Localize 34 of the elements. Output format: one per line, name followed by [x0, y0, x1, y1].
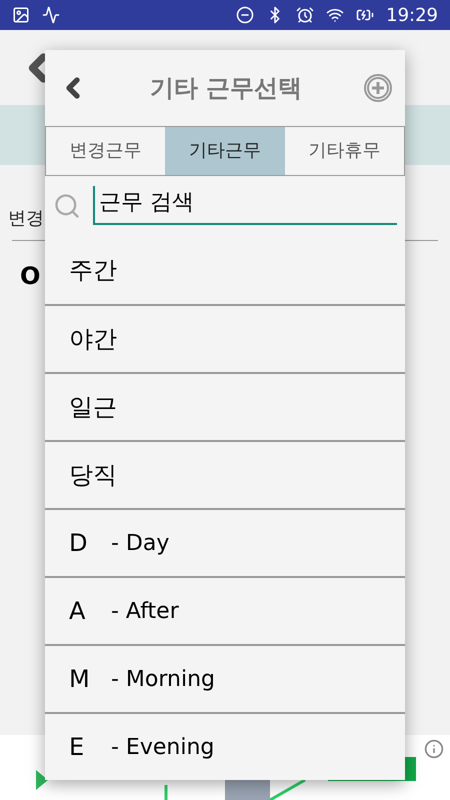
list-item[interactable]: D - Day — [45, 508, 405, 576]
shift-name: - Evening — [111, 734, 214, 762]
status-time: 19:29 — [386, 4, 438, 28]
shift-name: - Day — [111, 530, 170, 558]
info-icon[interactable] — [424, 739, 444, 759]
list-item[interactable]: A - After — [45, 576, 405, 644]
list-item[interactable]: M - Morning — [45, 644, 405, 712]
list-item[interactable]: 주간 — [45, 236, 405, 304]
list-item[interactable]: 당직 — [45, 440, 405, 508]
shift-name: 야간 — [69, 324, 117, 355]
shift-name: 주간 — [69, 255, 117, 286]
shift-code: A — [69, 596, 86, 627]
list-item[interactable]: 일근 — [45, 372, 405, 440]
shift-name: - Morning — [111, 666, 215, 694]
shift-code: D — [69, 528, 88, 559]
add-icon[interactable] — [362, 72, 393, 103]
search-field[interactable]: 근무 검색 — [93, 186, 397, 226]
dialog-title: 기타 근무선택 — [150, 72, 302, 104]
alarm-icon — [296, 6, 314, 24]
list-item[interactable]: 야간 — [45, 304, 405, 372]
tab[interactable]: 기타근무 — [165, 126, 285, 175]
wifi-icon — [326, 6, 344, 24]
list-item[interactable]: E - Evening — [45, 712, 405, 780]
shift-name: 일근 — [69, 392, 117, 423]
section-label: 변경 — [8, 208, 44, 229]
search-icon — [53, 192, 81, 220]
row-text: O — [20, 260, 40, 292]
notification-icon — [12, 6, 30, 24]
shift-name: - After — [111, 598, 179, 626]
do-not-disturb-icon — [236, 6, 254, 24]
notification-icon — [42, 6, 60, 24]
shift-code: M — [69, 664, 91, 695]
shift-name: 당직 — [69, 460, 117, 491]
shift-code: E — [69, 732, 86, 763]
